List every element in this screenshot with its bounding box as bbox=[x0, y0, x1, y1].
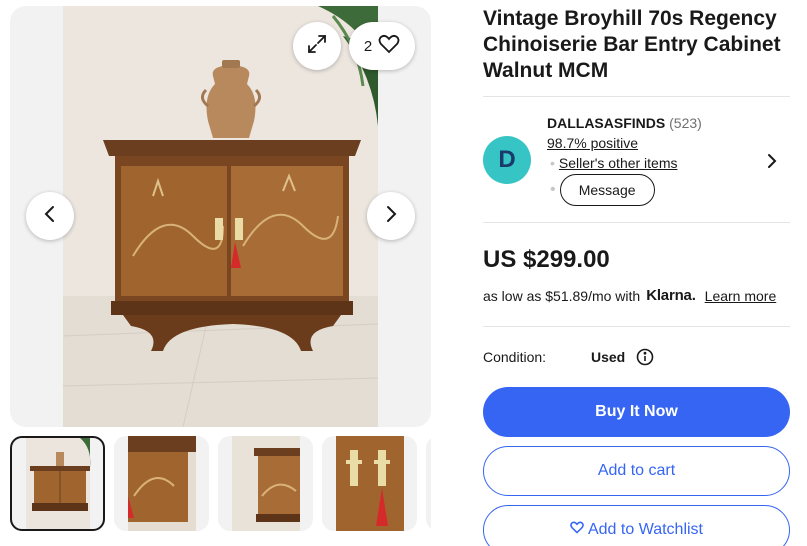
previous-image-button[interactable] bbox=[26, 192, 74, 240]
seller-chevron-right-icon[interactable] bbox=[766, 152, 778, 175]
bullet-dot: • bbox=[550, 181, 556, 198]
learn-more-link[interactable]: Learn more bbox=[705, 288, 777, 304]
thumbnail-1[interactable] bbox=[10, 436, 105, 531]
price: US $299.00 bbox=[483, 246, 610, 273]
favorite-button[interactable]: 2 bbox=[349, 22, 415, 70]
financing-text: as low as $51.89/mo with bbox=[483, 287, 641, 304]
condition-value: Used bbox=[591, 349, 626, 365]
expand-image-button[interactable] bbox=[293, 22, 341, 70]
thumbnail-5[interactable] bbox=[426, 436, 431, 531]
seller-other-items-link[interactable]: Seller's other items bbox=[559, 155, 678, 171]
thumbnail-2[interactable] bbox=[114, 436, 209, 531]
add-to-watchlist-label: Add to Watchlist bbox=[587, 521, 703, 538]
thumbnail-strip bbox=[10, 436, 431, 531]
heart-icon bbox=[570, 521, 584, 539]
add-to-watchlist-button[interactable]: Add to Watchlist bbox=[483, 505, 790, 546]
main-product-image[interactable]: 2 bbox=[10, 6, 431, 427]
seller-avatar[interactable]: D bbox=[483, 136, 531, 184]
avatar-letter: D bbox=[498, 146, 516, 173]
cabinet-photo bbox=[63, 6, 378, 427]
divider-price bbox=[483, 326, 790, 327]
add-to-cart-button[interactable]: Add to cart bbox=[483, 446, 790, 496]
seller-username: DALLASASFINDS bbox=[547, 115, 666, 131]
buy-it-now-button[interactable]: Buy It Now bbox=[483, 387, 790, 437]
divider-seller bbox=[483, 222, 790, 223]
next-image-button[interactable] bbox=[367, 192, 415, 240]
chevron-right-icon bbox=[384, 205, 398, 228]
seller-feedback-link[interactable]: 98.7% positive bbox=[547, 135, 638, 151]
seller-feedback-count: (523) bbox=[669, 115, 702, 131]
financing-row: as low as $51.89/mo with Klarna. Learn m… bbox=[483, 287, 776, 304]
divider-top bbox=[483, 96, 790, 97]
expand-icon bbox=[306, 33, 328, 60]
favorite-count: 2 bbox=[363, 37, 373, 55]
bullet-dot: • bbox=[550, 155, 555, 171]
klarna-logo: Klarna. bbox=[646, 287, 696, 304]
seller-name[interactable]: DALLASASFINDS (523) bbox=[547, 115, 702, 131]
heart-icon bbox=[378, 34, 400, 58]
listing-title: Vintage Broyhill 70s Regency Chinoiserie… bbox=[483, 7, 781, 82]
thumbnail-4[interactable] bbox=[322, 436, 417, 531]
chevron-left-icon bbox=[43, 205, 57, 228]
info-icon[interactable] bbox=[636, 348, 654, 371]
message-seller-button[interactable]: Message bbox=[559, 174, 655, 206]
thumbnail-3[interactable] bbox=[218, 436, 313, 531]
condition-label: Condition: bbox=[483, 349, 547, 365]
